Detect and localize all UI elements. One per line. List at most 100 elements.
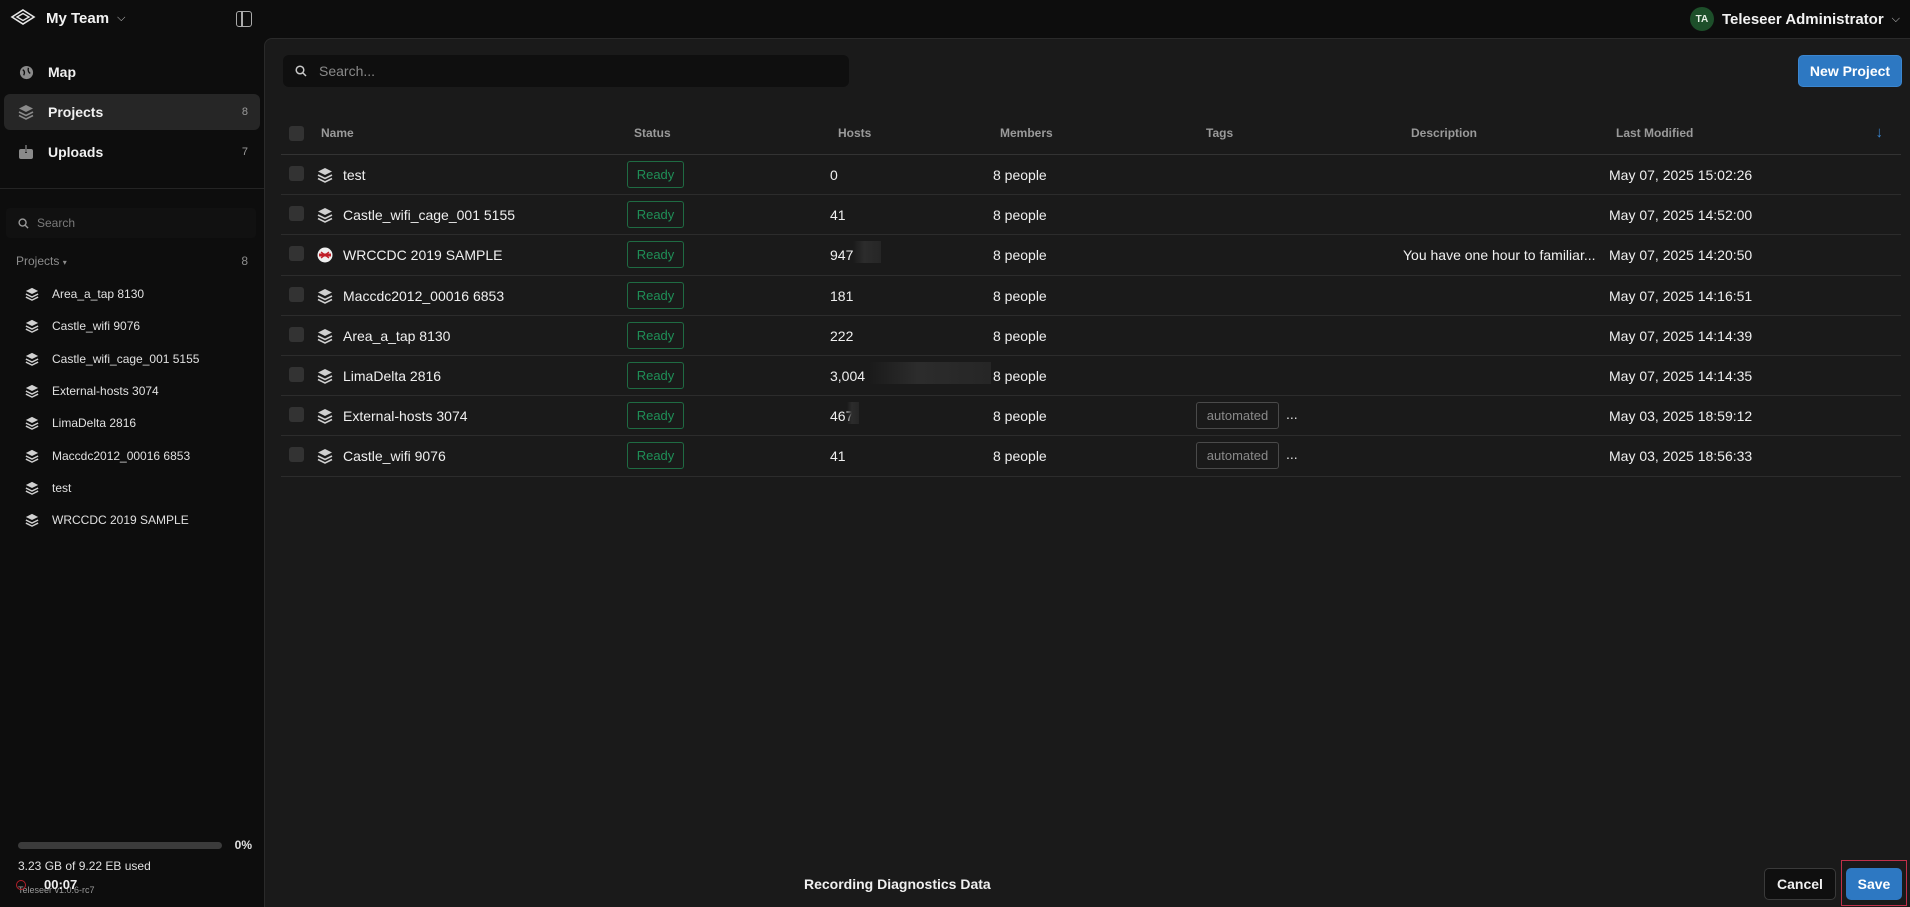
row-checkbox[interactable] bbox=[289, 246, 304, 262]
record-icon bbox=[16, 879, 26, 890]
table-row[interactable]: test Ready 0 8 people May 07, 2025 15:02… bbox=[281, 155, 1901, 196]
new-project-button[interactable]: New Project bbox=[1798, 55, 1902, 87]
column-header-tags[interactable]: Tags bbox=[1206, 126, 1233, 140]
table-row[interactable]: Area_a_tap 8130 Ready 222 8 people May 0… bbox=[281, 316, 1901, 356]
projects-section-count: 8 bbox=[241, 254, 248, 268]
table-row[interactable]: External-hosts 3074 Ready 467 8 people a… bbox=[281, 396, 1901, 437]
projects-section-header[interactable]: Projects ▾ 8 bbox=[16, 254, 248, 268]
layers-icon bbox=[25, 514, 39, 528]
nav-item-uploads[interactable]: Uploads 7 bbox=[4, 134, 260, 170]
row-checkbox[interactable] bbox=[289, 447, 304, 463]
members-cell: 8 people bbox=[993, 207, 1047, 224]
project-list-item[interactable]: WRCCDC 2019 SAMPLE bbox=[24, 504, 254, 536]
projects-table: Name Status Hosts Members Tags Descripti… bbox=[281, 112, 1901, 477]
status-badge: Ready bbox=[627, 321, 684, 349]
layers-icon bbox=[317, 168, 333, 183]
team-switcher[interactable]: My Team ⌵ bbox=[10, 8, 125, 28]
storage-used-text: 3.23 GB of 9.22 EB used bbox=[18, 859, 151, 873]
hosts-cell: 181 bbox=[830, 287, 854, 304]
column-header-last-modified[interactable]: Last Modified bbox=[1616, 126, 1693, 140]
last-modified-cell: May 07, 2025 14:52:00 bbox=[1609, 207, 1753, 224]
sidebar-toggle-icon[interactable] bbox=[236, 11, 252, 27]
layers-icon bbox=[25, 481, 39, 495]
user-name: Teleseer Administrator bbox=[1721, 10, 1884, 28]
table-row[interactable]: LimaDelta 2816 Ready 3,004 8 people May … bbox=[281, 356, 1901, 397]
select-all-checkbox[interactable] bbox=[289, 126, 304, 141]
project-name: Castle_wifi_cage_001 5155 bbox=[52, 351, 200, 366]
last-modified-cell: May 07, 2025 14:20:50 bbox=[1609, 247, 1753, 264]
project-list-item[interactable]: Castle_wifi 9076 bbox=[24, 310, 254, 342]
last-modified-cell: May 07, 2025 14:14:39 bbox=[1609, 327, 1753, 344]
status-badge: Ready bbox=[627, 281, 684, 309]
search-placeholder: Search bbox=[37, 216, 76, 230]
chevron-down-icon: ⌵ bbox=[1891, 12, 1900, 25]
column-header-members[interactable]: Members bbox=[1000, 126, 1053, 140]
hosts-cell: 947 bbox=[830, 247, 854, 264]
project-name-cell: LimaDelta 2816 bbox=[343, 367, 442, 384]
hosts-cell: 222 bbox=[830, 327, 854, 344]
last-modified-cell: May 07, 2025 14:16:51 bbox=[1609, 287, 1753, 304]
globe-icon bbox=[18, 64, 34, 80]
members-cell: 8 people bbox=[993, 327, 1047, 344]
project-name-cell: WRCCDC 2019 SAMPLE bbox=[343, 247, 503, 264]
sort-arrow-down-icon[interactable]: ↓ bbox=[1876, 124, 1884, 141]
last-modified-cell: May 07, 2025 14:14:35 bbox=[1609, 367, 1753, 384]
more-tags-ellipsis[interactable]: ... bbox=[1286, 406, 1298, 422]
column-header-name[interactable]: Name bbox=[321, 126, 354, 140]
project-avatar-icon bbox=[317, 247, 333, 263]
inbox-upload-icon bbox=[18, 144, 34, 160]
nav-item-map[interactable]: Map bbox=[4, 54, 260, 90]
search-icon bbox=[295, 65, 307, 77]
row-checkbox[interactable] bbox=[289, 326, 304, 342]
project-list-item[interactable]: Castle_wifi_cage_001 5155 bbox=[24, 343, 254, 375]
team-name: My Team bbox=[46, 9, 110, 27]
column-header-description[interactable]: Description bbox=[1411, 126, 1477, 140]
layers-icon bbox=[25, 384, 39, 398]
table-header: Name Status Hosts Members Tags Descripti… bbox=[281, 112, 1901, 155]
project-list-item[interactable]: Area_a_tap 8130 bbox=[24, 278, 254, 310]
table-row[interactable]: Castle_wifi_cage_001 5155 Ready 41 8 peo… bbox=[281, 195, 1901, 236]
tag-chip[interactable]: automated bbox=[1196, 442, 1279, 470]
project-name: External-hosts 3074 bbox=[52, 384, 159, 399]
project-list-item[interactable]: test bbox=[24, 472, 254, 504]
layers-icon bbox=[317, 288, 333, 304]
project-list-item[interactable]: LimaDelta 2816 bbox=[24, 407, 254, 439]
status-badge: Ready bbox=[627, 402, 684, 430]
search-placeholder: Search... bbox=[319, 63, 376, 79]
project-name: Area_a_tap 8130 bbox=[52, 287, 145, 302]
project-search-input[interactable]: Search... bbox=[283, 55, 849, 87]
members-cell: 8 people bbox=[993, 408, 1047, 425]
hosts-cell: 41 bbox=[830, 207, 846, 224]
column-header-hosts[interactable]: Hosts bbox=[838, 126, 871, 140]
hosts-cell: 41 bbox=[830, 448, 846, 465]
tag-chip[interactable]: automated bbox=[1196, 402, 1279, 430]
row-checkbox[interactable] bbox=[289, 407, 304, 423]
status-badge: Ready bbox=[627, 361, 684, 389]
row-checkbox[interactable] bbox=[289, 206, 304, 222]
row-checkbox[interactable] bbox=[289, 166, 304, 181]
table-row[interactable]: WRCCDC 2019 SAMPLE Ready 947 8 people Yo… bbox=[281, 235, 1901, 276]
top-bar: My Team ⌵ TA Teleseer Administrator ⌵ bbox=[0, 0, 1910, 38]
column-header-status[interactable]: Status bbox=[634, 126, 671, 140]
project-list-item[interactable]: Maccdc2012_00016 6853 bbox=[24, 439, 254, 471]
recording-indicator: 00:07 bbox=[16, 877, 77, 892]
storage-percent: 0% bbox=[234, 838, 252, 852]
table-row[interactable]: Maccdc2012_00016 6853 Ready 181 8 people… bbox=[281, 276, 1901, 316]
project-name: Maccdc2012_00016 6853 bbox=[52, 448, 191, 463]
avatar: TA bbox=[1689, 7, 1714, 31]
cancel-button[interactable]: Cancel bbox=[1764, 868, 1836, 900]
project-list-item[interactable]: External-hosts 3074 bbox=[24, 375, 254, 407]
row-checkbox[interactable] bbox=[289, 286, 304, 302]
row-checkbox[interactable] bbox=[289, 366, 304, 382]
layers-icon bbox=[317, 409, 333, 425]
nav-count: 8 bbox=[241, 106, 248, 118]
members-cell: 8 people bbox=[993, 247, 1047, 264]
save-button[interactable]: Save bbox=[1846, 868, 1902, 900]
table-row[interactable]: Castle_wifi 9076 Ready 41 8 people autom… bbox=[281, 436, 1901, 477]
app-logo-icon bbox=[10, 9, 36, 25]
user-menu[interactable]: TA Teleseer Administrator ⌵ bbox=[1689, 7, 1900, 31]
description-cell: You have one hour to familiar... bbox=[1403, 247, 1596, 264]
nav-item-projects[interactable]: Projects 8 bbox=[4, 94, 260, 130]
sidebar-search-input[interactable]: Search bbox=[6, 208, 256, 238]
more-tags-ellipsis[interactable]: ... bbox=[1286, 446, 1298, 462]
